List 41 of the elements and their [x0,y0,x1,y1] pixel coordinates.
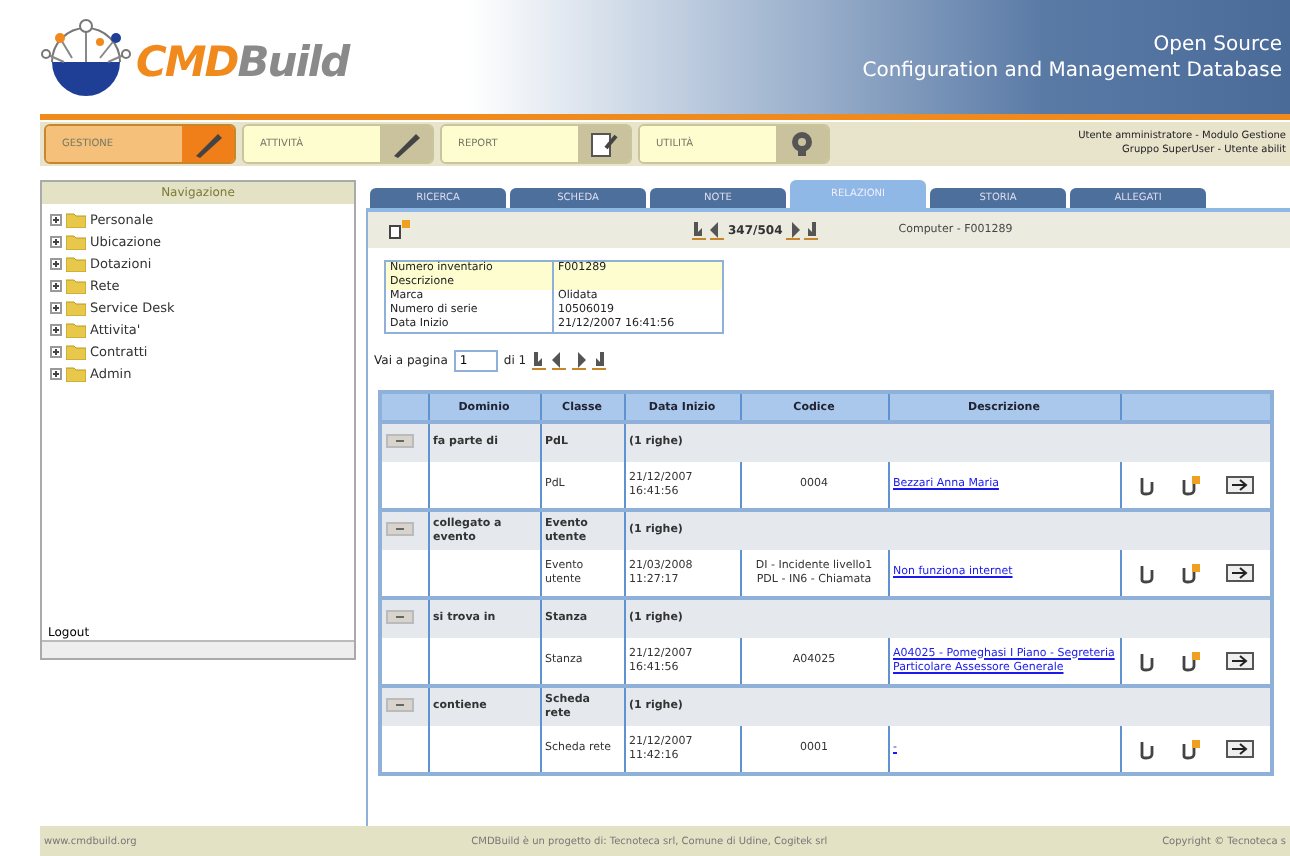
tagline: Configuration and Management Database [862,57,1282,83]
add-icon[interactable] [388,219,412,241]
expand-icon[interactable] [50,280,62,292]
open-card-icon[interactable] [1225,476,1254,494]
scrollbar[interactable] [42,640,354,658]
last-icon[interactable] [804,221,819,239]
edit-link-icon[interactable] [1179,651,1202,671]
collapse-button[interactable] [386,434,414,448]
expand-icon[interactable] [50,324,62,336]
expand-icon[interactable] [50,302,62,314]
edit-link-icon[interactable] [1179,475,1202,495]
expand-icon[interactable] [50,258,62,270]
expand-icon[interactable] [50,346,62,358]
next-icon[interactable] [572,352,587,370]
link-icon[interactable] [1137,739,1156,759]
expand-icon[interactable] [50,368,62,380]
last-icon[interactable] [592,352,607,370]
open-card-icon[interactable] [1225,740,1254,758]
edit-link-icon[interactable] [1179,739,1202,759]
next-icon[interactable] [786,221,801,239]
previous-icon[interactable] [552,352,567,370]
logo-text: CMDBuild [136,37,349,85]
tagline: Open Source [1153,31,1282,57]
gear-icon [788,130,816,158]
link-icon[interactable] [1137,651,1156,671]
collapse-button[interactable] [386,522,414,536]
pen-icon [192,130,224,158]
collapse-button[interactable] [386,610,414,624]
first-icon[interactable] [532,352,547,370]
expand-icon[interactable] [50,236,62,248]
link-icon[interactable] [1137,475,1156,495]
first-icon[interactable] [692,221,706,239]
expand-icon[interactable] [50,214,62,226]
open-card-icon[interactable] [1225,652,1254,670]
previous-icon[interactable] [710,221,724,239]
collapse-button[interactable] [386,698,414,712]
link-icon[interactable] [1137,563,1156,583]
edit-link-icon[interactable] [1179,563,1202,583]
report-icon [590,130,618,158]
pen-icon [390,130,422,158]
open-card-icon[interactable] [1225,564,1254,582]
